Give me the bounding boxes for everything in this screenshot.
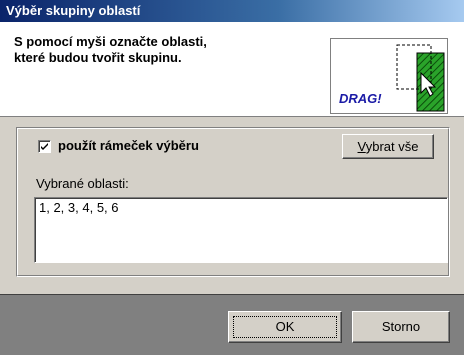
cancel-label: Storno xyxy=(381,319,421,334)
checkmark-icon xyxy=(41,143,48,150)
focus-rectangle xyxy=(233,316,337,338)
ok-button[interactable]: OK xyxy=(228,311,342,343)
instruction-line-2: které budou tvořit skupinu. xyxy=(14,50,182,65)
selected-areas-field[interactable]: 1, 2, 3, 4, 5, 6 xyxy=(34,197,448,263)
drag-label: DRAG! xyxy=(339,91,382,106)
use-frame-checkbox[interactable] xyxy=(38,140,51,153)
select-all-label-rest: ybrat vše xyxy=(365,139,419,154)
cancel-button[interactable]: Storno xyxy=(352,311,450,343)
dialog-title: Výběr skupiny oblastí xyxy=(0,0,464,22)
drag-select-illustration-icon: DRAG! xyxy=(330,38,448,114)
use-frame-label[interactable]: použít rámeček výběru xyxy=(58,138,199,153)
instruction-text: S pomocí myši označte oblasti, které bud… xyxy=(14,34,314,66)
selected-areas-label: Vybrané oblasti: xyxy=(36,176,129,191)
select-all-button[interactable]: Vybrat vše xyxy=(342,134,434,159)
instruction-line-1: S pomocí myši označte oblasti, xyxy=(14,34,207,49)
select-all-accesskey: V xyxy=(357,139,366,154)
